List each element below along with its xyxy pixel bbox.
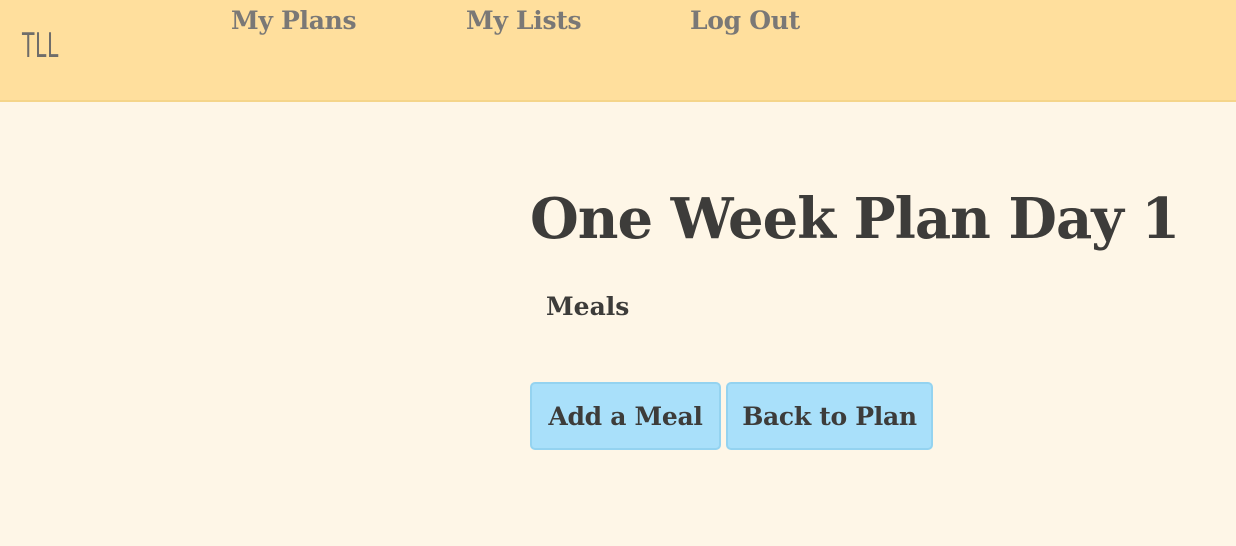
top-navbar: TLL My Plans My Lists Log Out <box>0 0 1236 102</box>
page-title: One Week Plan Day 1 <box>530 186 1180 252</box>
back-to-plan-button[interactable]: Back to Plan <box>726 382 933 450</box>
logo-link[interactable]: TLL <box>22 26 59 66</box>
meals-heading: Meals <box>546 292 630 321</box>
nav-link-my-lists[interactable]: My Lists <box>466 6 582 35</box>
add-meal-button[interactable]: Add a Meal <box>530 382 721 450</box>
nav-link-my-plans[interactable]: My Plans <box>231 6 357 35</box>
nav-link-log-out[interactable]: Log Out <box>690 6 800 35</box>
